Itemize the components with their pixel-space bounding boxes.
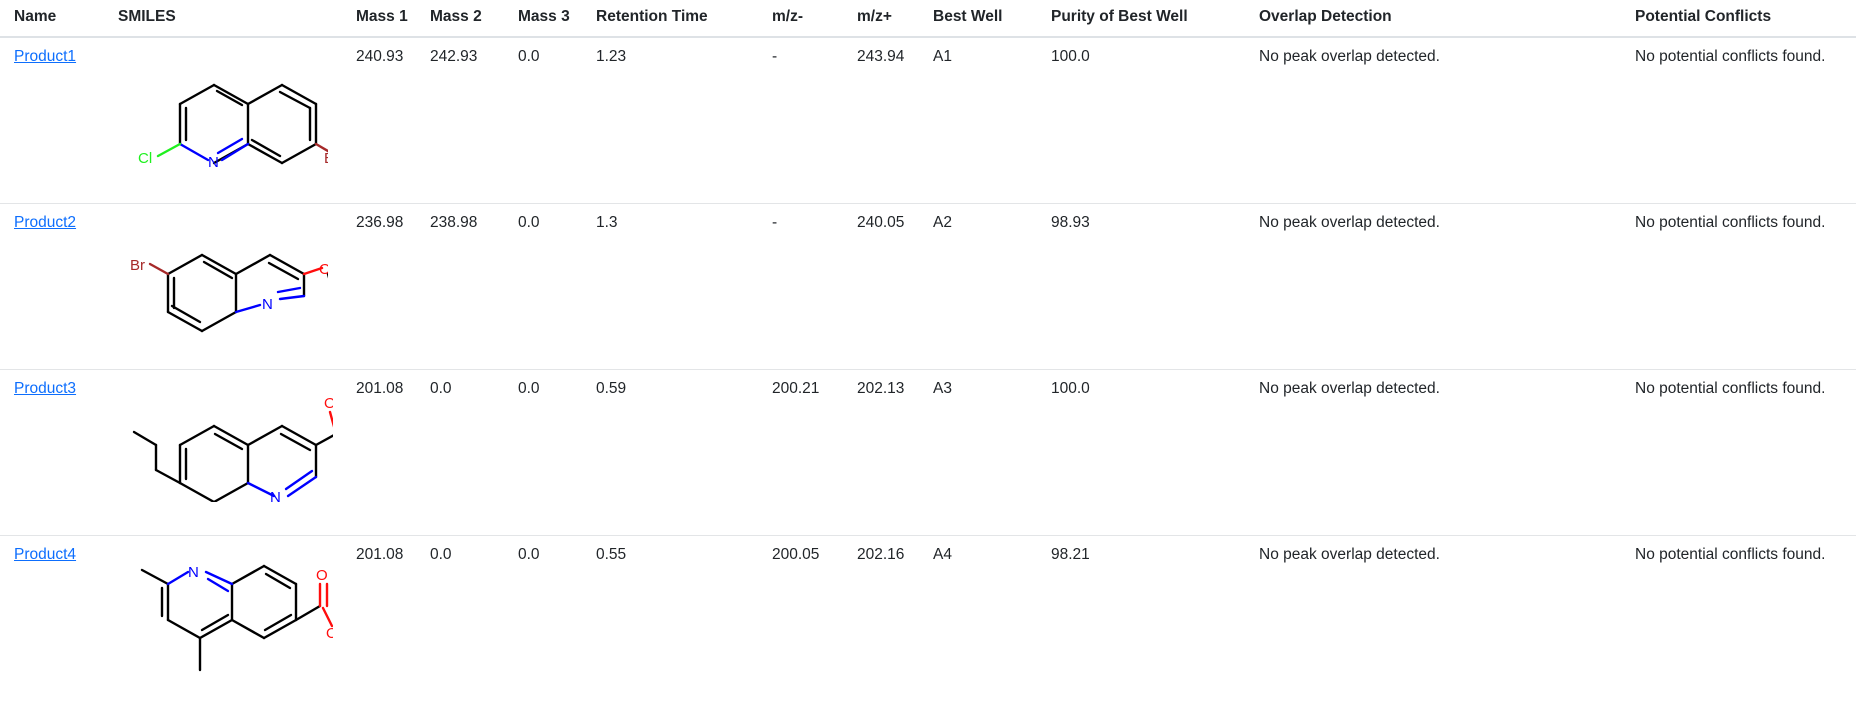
cell-name: Product2 [0,203,118,370]
column-header-mz-plus[interactable]: m/z+ [857,0,933,38]
cell-mass2: 0.0 [430,545,452,563]
table-row: Product4 N O O 201.08 0.0 0.0 0.55 200.0… [0,535,1856,701]
table-row: Product1 Cl N 240.93 242.93 0.0 1.23 - 2… [0,37,1856,204]
column-header-purity[interactable]: Purity of Best Well [1051,0,1259,38]
cell-smiles-structure: Br N O [118,203,356,370]
cell-mass1: 236.98 [356,203,430,370]
cell-smiles-structure: N O OH [118,369,356,536]
cell-potential-conflicts: No potential conflicts found. [1635,203,1856,370]
cell-smiles-structure: Cl N Br [118,37,356,204]
cell-mass3: 0.0 [518,545,540,563]
column-header-overlap-detection[interactable]: Overlap Detection [1259,0,1635,38]
atom-label-o: O [316,567,328,584]
atom-label-br: Br [324,150,328,167]
cell-best-well: A1 [933,37,1051,204]
column-header-mass3[interactable]: Mass 3 [518,0,596,38]
cell-purity: 100.0 [1051,369,1259,536]
cell-smiles-structure: N O OH [118,535,356,701]
atom-label-oh: OH [326,625,333,642]
atom-label-br: Br [130,257,145,274]
table-row: Product3 N O 201.08 0.0 0.0 0.59 200.21 … [0,369,1856,536]
column-header-mass2[interactable]: Mass 2 [430,0,518,38]
cell-best-well: A3 [933,369,1051,536]
column-header-mass1[interactable]: Mass 1 [356,0,430,38]
cell-mz-plus: 240.05 [857,203,933,370]
cell-best-well: A2 [933,203,1051,370]
cell-mass2: 238.98 [430,203,518,370]
product-link[interactable]: Product2 [14,214,76,231]
atom-label-o: O [324,395,333,412]
atom-label-n: N [262,296,273,313]
table-row: Product2 Br N O 236.98 238.98 0.0 1.3 - … [0,203,1856,370]
atom-label-n: N [188,564,199,581]
molecule-structure-7-ethylquinoline-3-carboxylic-acid: N O OH [128,392,356,502]
column-header-smiles[interactable]: SMILES [118,0,356,38]
cell-mass1: 201.08 [356,545,404,563]
column-header-mz-minus[interactable]: m/z- [772,0,857,38]
cell-retention-time: 0.59 [596,369,772,536]
cell-name: Product3 [0,369,118,536]
cell-retention-time: 1.23 [596,37,772,204]
molecule-structure-2-4-dimethylquinoline-7-carboxylic-acid: N O OH [128,558,356,683]
cell-mass2: 0.0 [430,369,518,536]
cell-mz-minus: - [772,203,857,370]
cell-best-well: A4 [933,545,952,563]
cell-mz-plus: 202.13 [857,369,933,536]
column-header-potential-conflicts[interactable]: Potential Conflicts [1635,0,1856,38]
cell-purity: 98.93 [1051,203,1259,370]
cell-name: Product1 [0,37,118,204]
cell-mz-minus: - [772,37,857,204]
atom-label-o: O [319,261,328,278]
column-header-name[interactable]: Name [0,0,118,38]
molecule-structure-6-bromo-2-methoxyquinoline: Br N O [128,226,356,336]
cell-purity: 98.21 [1051,545,1090,563]
cell-name: Product4 [0,535,118,701]
cell-retention-time: 0.55 [596,545,627,563]
table-header-row: Name SMILES Mass 1 Mass 2 Mass 3 Retenti… [0,0,1856,38]
cell-overlap-detection: No peak overlap detected. [1259,545,1440,563]
cell-purity: 100.0 [1051,37,1259,204]
cell-potential-conflicts: No potential conflicts found. [1635,545,1826,563]
cell-mass3: 0.0 [518,203,596,370]
table-body: Product1 Cl N 240.93 242.93 0.0 1.23 - 2… [0,37,1856,701]
product-link[interactable]: Product4 [14,546,76,563]
molecule-structure-2-chloro-7-bromoquinoline: Cl N Br [128,60,356,170]
cell-overlap-detection: No peak overlap detected. [1259,37,1635,204]
cell-retention-time: 1.3 [596,203,772,370]
column-header-best-well[interactable]: Best Well [933,0,1051,38]
cell-mz-plus: 243.94 [857,37,933,204]
atom-label-n: N [270,489,281,502]
cell-mass1: 201.08 [356,369,430,536]
column-header-retention-time[interactable]: Retention Time [596,0,772,38]
product-link[interactable]: Product3 [14,380,76,397]
cell-overlap-detection: No peak overlap detected. [1259,203,1635,370]
results-table-container: Name SMILES Mass 1 Mass 2 Mass 3 Retenti… [0,0,1856,701]
results-table: Name SMILES Mass 1 Mass 2 Mass 3 Retenti… [0,0,1856,701]
cell-mz-plus: 202.16 [857,545,905,563]
product-link[interactable]: Product1 [14,48,76,65]
atom-label-cl: Cl [138,150,152,167]
cell-mz-minus: 200.21 [772,369,857,536]
cell-potential-conflicts: No potential conflicts found. [1635,37,1856,204]
cell-mass3: 0.0 [518,369,596,536]
cell-potential-conflicts: No potential conflicts found. [1635,369,1856,536]
cell-mz-minus: 200.05 [772,545,820,563]
cell-mass3: 0.0 [518,37,596,204]
table-header: Name SMILES Mass 1 Mass 2 Mass 3 Retenti… [0,0,1856,38]
cell-overlap-detection: No peak overlap detected. [1259,369,1635,536]
cell-mass2: 242.93 [430,37,518,204]
atom-label-n: N [208,154,219,170]
cell-mass1: 240.93 [356,37,430,204]
